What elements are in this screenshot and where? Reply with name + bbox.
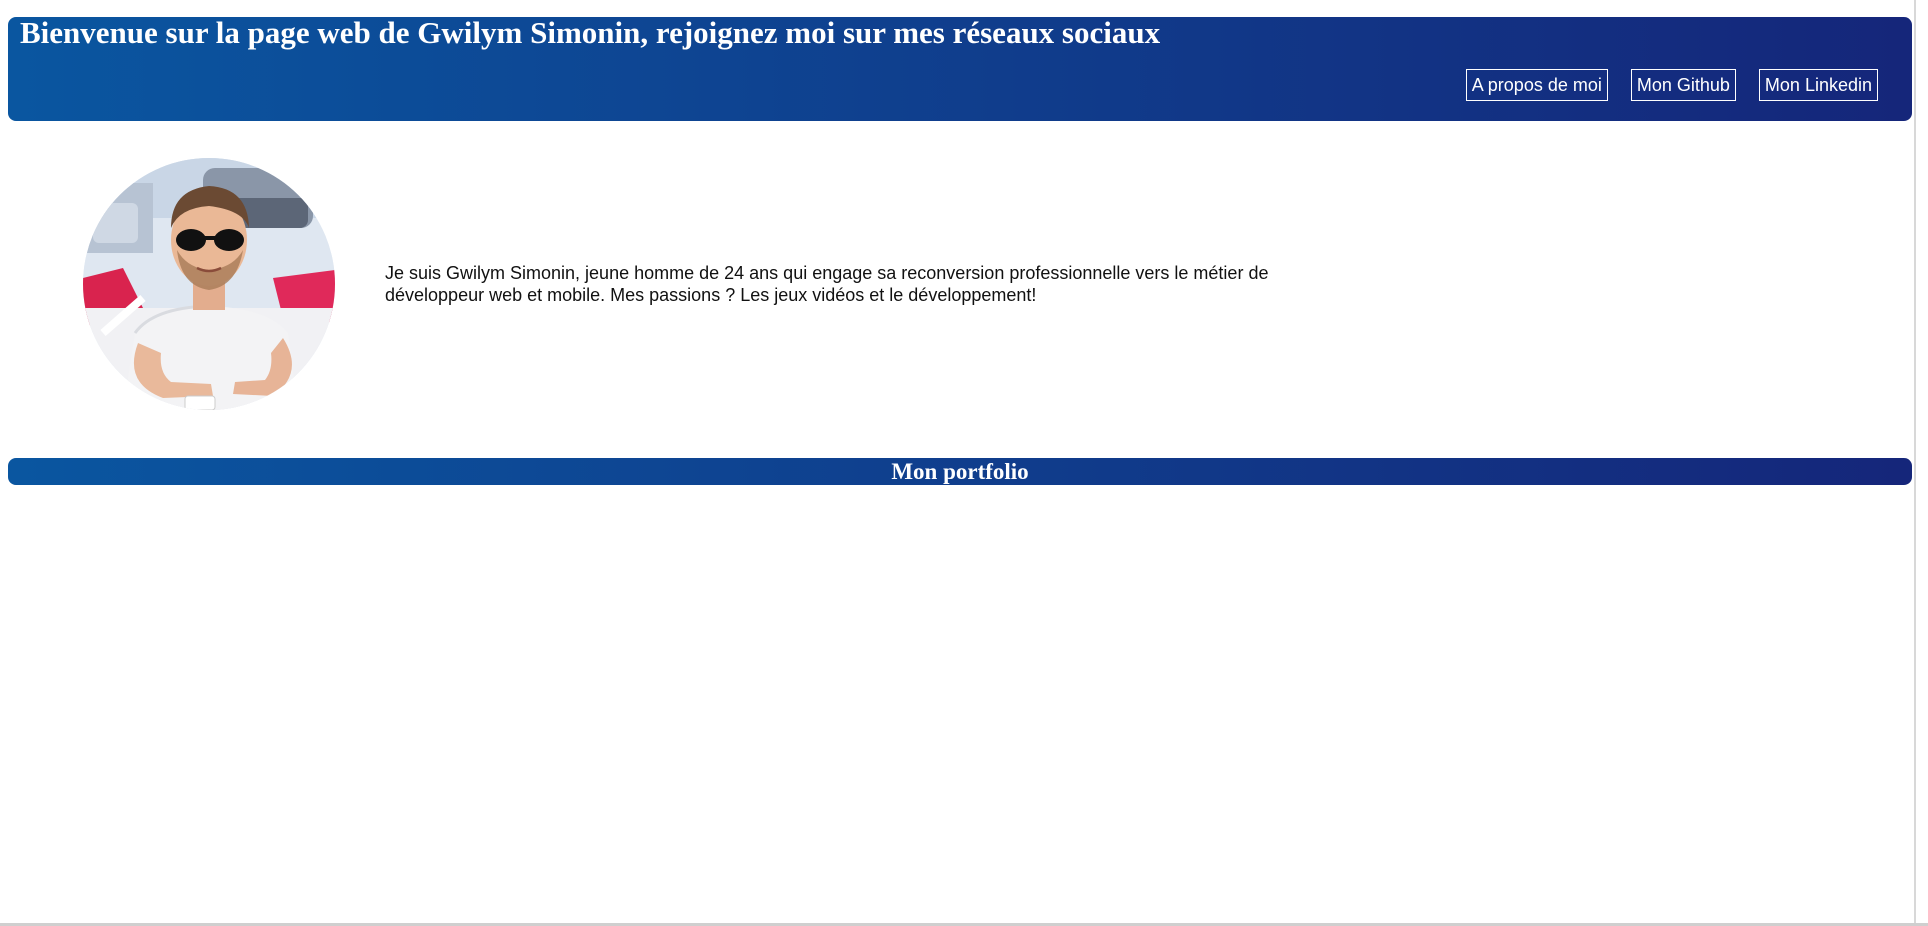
nav-link-linkedin[interactable]: Mon Linkedin (1758, 69, 1878, 101)
portfolio-title: Mon portfolio (891, 459, 1029, 484)
social-nav: A propos de moi Mon Github Mon Linkedin (1465, 69, 1878, 101)
portfolio-section-header: Mon portfolio (8, 458, 1912, 485)
site-header: Bienvenue sur la page web de Gwilym Simo… (8, 17, 1912, 121)
nav-link-github[interactable]: Mon Github (1630, 69, 1736, 101)
profile-photo (83, 158, 335, 410)
window-edge (1914, 0, 1916, 924)
bio-text: Je suis Gwilym Simonin, jeune homme de 2… (385, 263, 1269, 305)
nav-link-about[interactable]: A propos de moi (1465, 69, 1608, 101)
page-title: Bienvenue sur la page web de Gwilym Simo… (20, 15, 1161, 50)
